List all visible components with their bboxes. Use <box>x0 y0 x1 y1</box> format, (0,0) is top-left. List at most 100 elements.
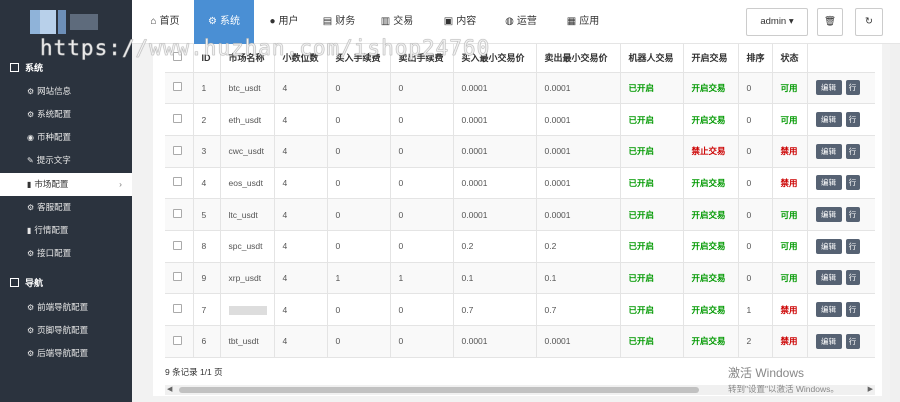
edit-button[interactable]: 编辑 <box>815 112 842 128</box>
row-checkbox[interactable] <box>173 240 182 250</box>
cell-id: 3 <box>193 135 221 168</box>
cell-robot-trade: 已开启 <box>620 230 684 263</box>
cell-status: 禁用 <box>772 293 808 326</box>
more-button[interactable]: 行 <box>845 207 860 223</box>
user-icon: ● <box>269 16 276 27</box>
row-select-cell[interactable] <box>165 293 194 326</box>
edit-icon: ✎ <box>27 156 34 165</box>
row-checkbox[interactable] <box>173 304 182 314</box>
edit-button[interactable]: 编辑 <box>815 302 842 318</box>
cell-market-name: eth_usdt <box>220 103 275 136</box>
section-title: 导航 <box>25 278 44 288</box>
cell-robot-trade: 已开启 <box>620 198 684 231</box>
column-header[interactable]: 状态 <box>772 44 808 73</box>
cell-buy-fee: 0 <box>327 167 391 200</box>
scroll-left-icon[interactable]: ◀ <box>167 385 172 393</box>
cell-trade-status: 开启交易 <box>683 230 739 263</box>
cell-decimals: 4 <box>274 167 328 200</box>
refresh-button[interactable]: ↻ <box>855 8 883 36</box>
sidebar-item-quote-config[interactable]: ▮ 行情配置 <box>0 219 132 242</box>
cell-status: 可用 <box>772 103 808 136</box>
edit-button[interactable]: 编辑 <box>815 175 842 191</box>
cell-market-name: tbt_usdt <box>220 325 275 358</box>
cell-sort: 0 <box>738 262 773 295</box>
main-panel: ID 市场名称 小数位数 买入手续费 卖出手续费 买入最小交易价 卖出最小交易价… <box>153 44 882 396</box>
row-checkbox[interactable] <box>173 82 182 92</box>
more-button[interactable]: 行 <box>845 143 860 159</box>
column-header[interactable]: 排序 <box>738 44 773 73</box>
redacted-block <box>228 305 267 315</box>
sidebar-item-coin-config[interactable]: ◉ 币种配置 <box>0 126 132 149</box>
row-checkbox[interactable] <box>173 209 182 219</box>
scroll-right-icon[interactable]: ▶ <box>868 385 873 393</box>
row-select-cell[interactable] <box>165 103 194 136</box>
more-button[interactable]: 行 <box>845 238 860 254</box>
row-select-cell[interactable] <box>165 230 194 263</box>
delete-button[interactable]: 🗑 <box>817 8 843 36</box>
edit-button[interactable]: 编辑 <box>815 238 842 254</box>
sidebar-item-market-config[interactable]: ▮ 市场配置 › <box>0 173 132 196</box>
row-select-cell[interactable] <box>165 325 194 358</box>
cell-trade-status: 禁止交易 <box>683 135 739 168</box>
row-checkbox[interactable] <box>173 114 182 124</box>
tab-operations[interactable]: ◍ 运营 <box>492 0 550 44</box>
cell-status: 禁用 <box>772 135 808 168</box>
table-row: 5 ltc_usdt 4 0 0 0.0001 0.0001 已开启 开启交易 0 可用 编辑行 <box>165 198 875 231</box>
table-row: 7 4 0 0 0.7 0.7 已开启 开启交易 1 禁用 编辑行 <box>165 293 875 326</box>
row-select-cell[interactable] <box>165 135 194 168</box>
more-button[interactable]: 行 <box>845 80 860 96</box>
gear-icon: ⚙ <box>27 87 35 96</box>
row-select-cell[interactable] <box>165 198 194 231</box>
edit-button[interactable]: 编辑 <box>815 270 842 286</box>
more-button[interactable]: 行 <box>845 175 860 191</box>
row-select-cell[interactable] <box>165 262 194 295</box>
cell-buy-min: 0.0001 <box>453 135 537 168</box>
edit-button[interactable]: 编辑 <box>815 333 842 349</box>
sidebar-item-system-config[interactable]: ⚙ 系统配置 <box>0 103 132 126</box>
tab-apps[interactable]: ▦ 应用 <box>552 0 614 44</box>
bar-chart-icon: ▮ <box>27 226 32 235</box>
column-header[interactable]: 开启交易 <box>683 44 739 73</box>
more-button[interactable]: 行 <box>845 112 860 128</box>
column-header[interactable]: 机器人交易 <box>620 44 684 73</box>
cell-sell-fee: 0 <box>390 325 454 358</box>
cell-sell-fee: 0 <box>390 72 454 105</box>
more-button[interactable]: 行 <box>845 333 860 349</box>
scrollbar-thumb[interactable] <box>179 387 699 393</box>
logo-mark <box>58 10 66 34</box>
cell-market-name: btc_usdt <box>220 72 275 105</box>
sidebar-item-front-nav[interactable]: ⚙ 前端导航配置 <box>0 296 132 319</box>
admin-dropdown[interactable]: admin ▾ <box>746 8 808 36</box>
sidebar-item-site-info[interactable]: ⚙ 网站信息 <box>0 80 132 103</box>
market-table-wrap: ID 市场名称 小数位数 买入手续费 卖出手续费 买入最小交易价 卖出最小交易价… <box>165 44 875 359</box>
cell-sell-fee: 0 <box>390 103 454 136</box>
sidebar-item-label: 行情配置 <box>34 225 69 235</box>
cell-sell-min: 0.0001 <box>536 167 621 200</box>
more-button[interactable]: 行 <box>845 270 860 286</box>
edit-button[interactable]: 编辑 <box>815 143 842 159</box>
sidebar-section-system[interactable]: 系统 <box>10 61 43 74</box>
sidebar-item-api-config[interactable]: ⚙ 接口配置 <box>0 242 132 265</box>
row-select-cell[interactable] <box>165 72 194 105</box>
sidebar-item-backend-nav[interactable]: ⚙ 后端导航配置 <box>0 342 132 365</box>
cell-actions: 编辑行 <box>807 103 875 136</box>
row-checkbox[interactable] <box>173 145 182 155</box>
sidebar-item-footer-nav[interactable]: ⚙ 页脚导航配置 <box>0 319 132 342</box>
row-checkbox[interactable] <box>173 177 182 187</box>
more-button[interactable]: 行 <box>845 302 860 318</box>
tab-label: 首页 <box>159 16 180 27</box>
vertical-scrollbar[interactable] <box>890 44 900 402</box>
sidebar-item-service-config[interactable]: ⚙ 客服配置 <box>0 196 132 219</box>
cell-id: 7 <box>193 293 221 326</box>
tab-label: 用户 <box>278 16 299 27</box>
sidebar-item-tip-text[interactable]: ✎ 提示文字 <box>0 149 132 172</box>
edit-button[interactable]: 编辑 <box>815 80 842 96</box>
sidebar-section-nav[interactable]: 导航 <box>10 276 43 289</box>
row-checkbox[interactable] <box>173 272 182 282</box>
row-select-cell[interactable] <box>165 167 194 200</box>
table-row: 9 xrp_usdt 4 1 1 0.1 0.1 已开启 开启交易 0 可用 编辑行 <box>165 262 875 295</box>
row-checkbox[interactable] <box>173 335 182 345</box>
cell-buy-fee: 0 <box>327 230 391 263</box>
column-header[interactable]: 卖出最小交易价 <box>536 44 621 73</box>
edit-button[interactable]: 编辑 <box>815 207 842 223</box>
